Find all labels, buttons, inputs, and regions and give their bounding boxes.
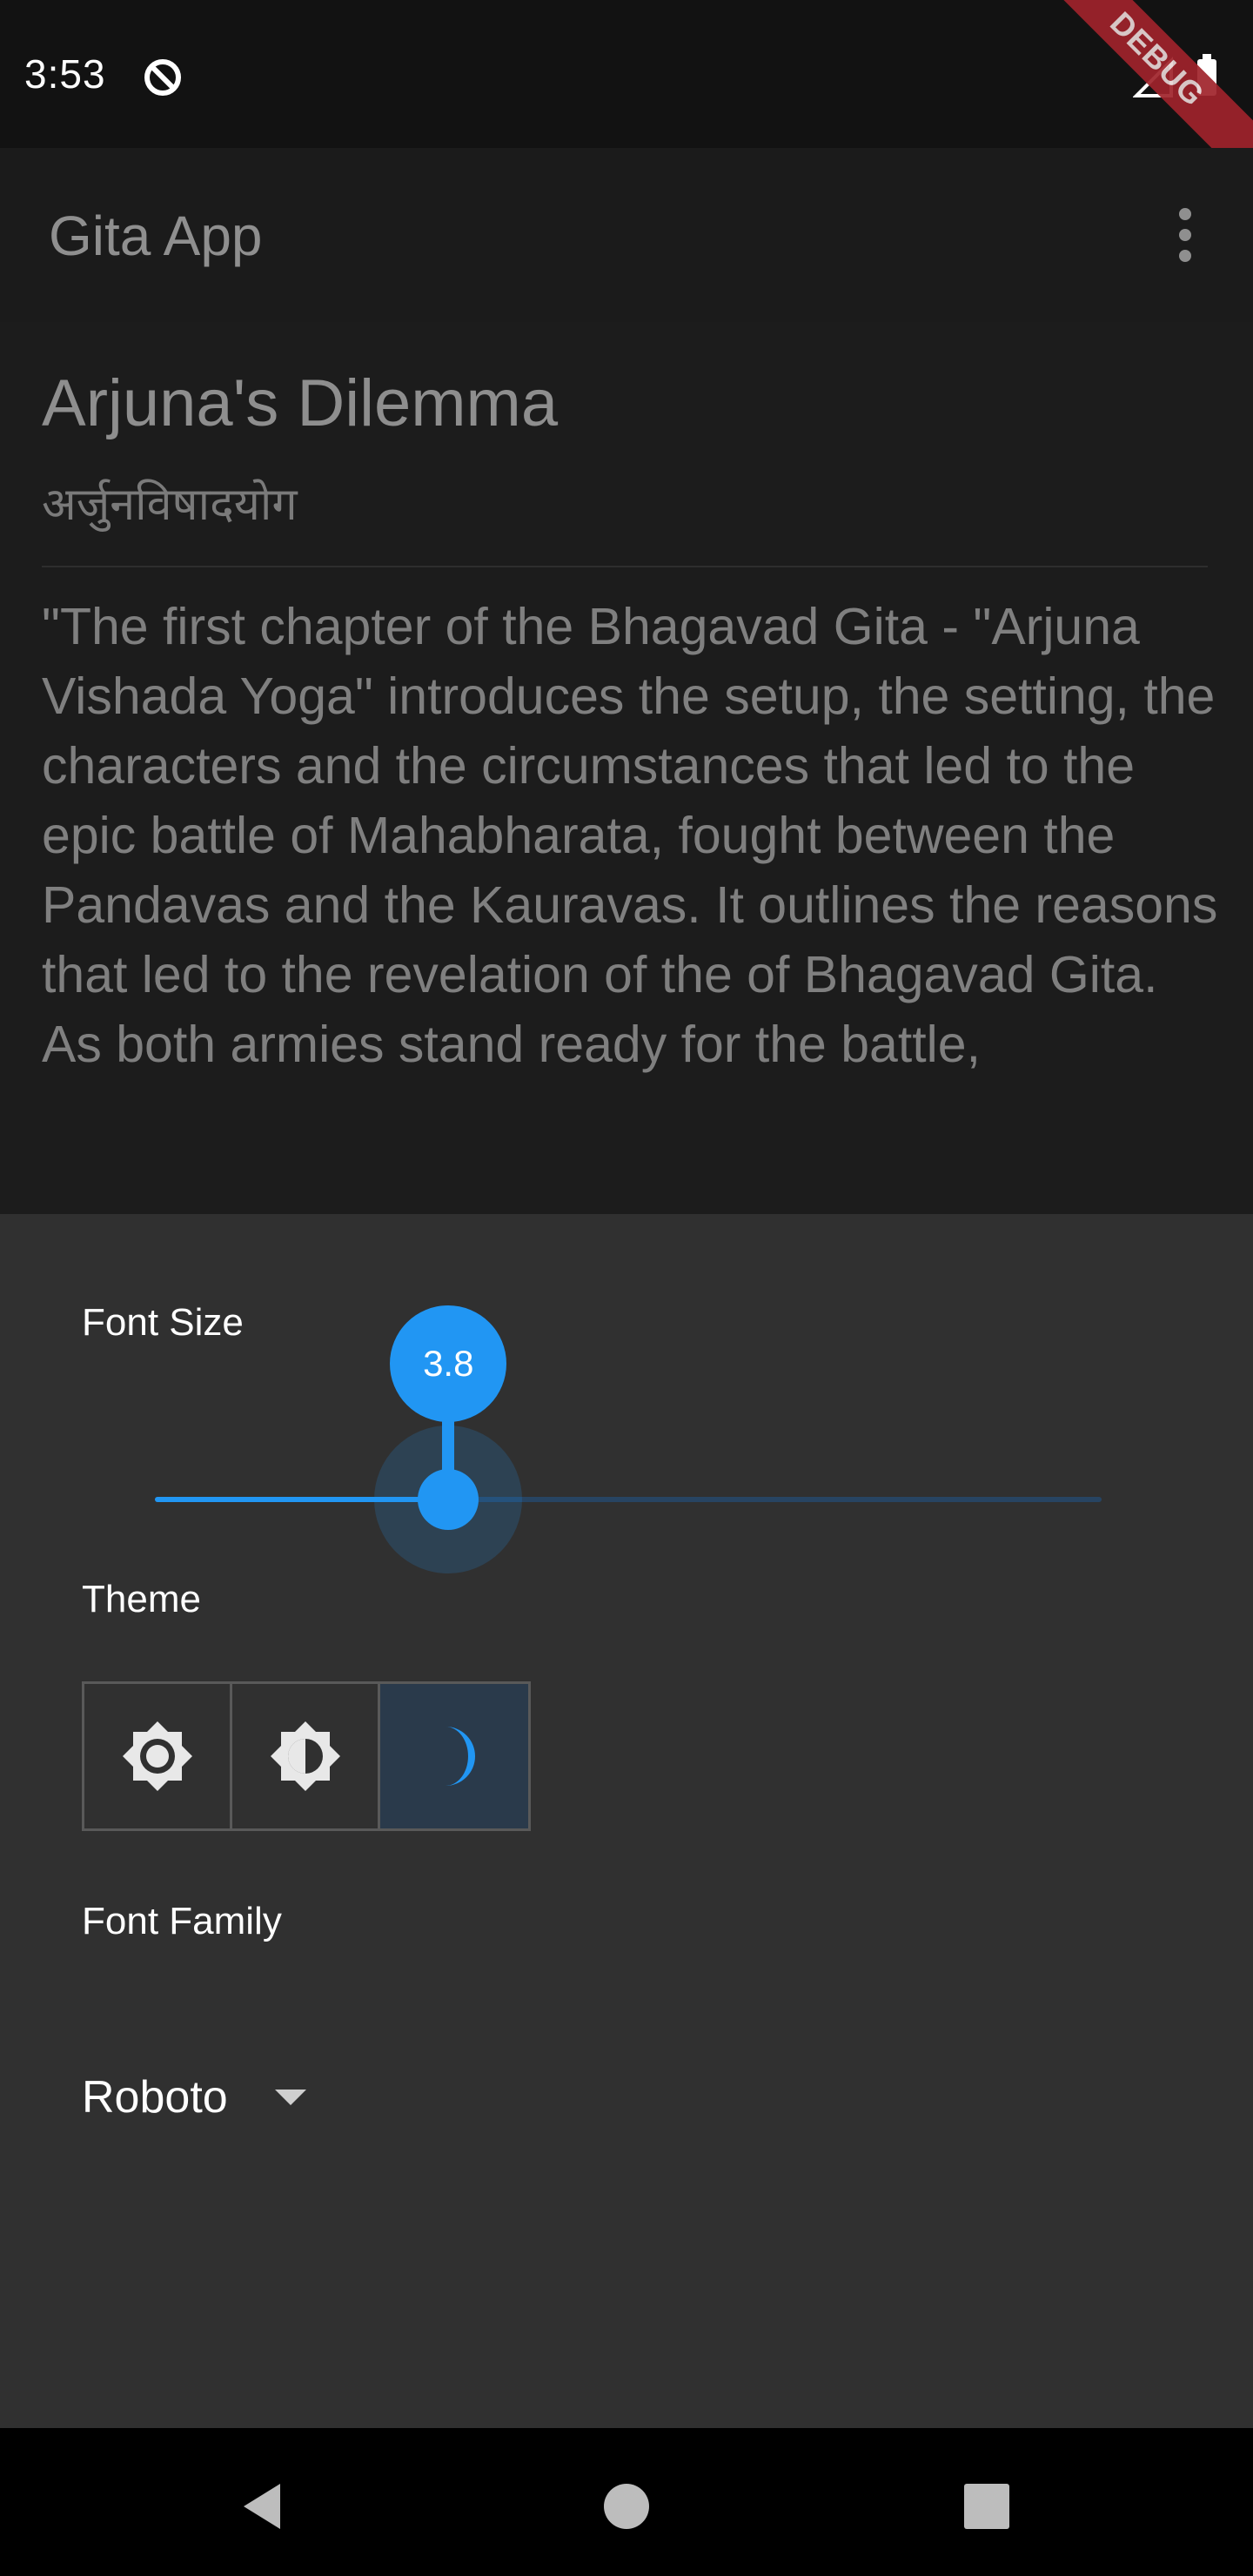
theme-toggle-group	[82, 1681, 531, 1831]
back-button[interactable]	[219, 2463, 306, 2550]
sync-icon	[144, 59, 181, 96]
app-bar: Gita App	[0, 148, 1253, 322]
back-icon	[244, 2484, 280, 2529]
theme-label: Theme	[82, 1578, 201, 1620]
home-button[interactable]	[583, 2463, 670, 2550]
chapter-subtitle: अर्जुनविषादयोग	[42, 480, 298, 530]
recents-icon	[964, 2484, 1009, 2529]
light-mode-icon	[122, 1721, 192, 1791]
font-size-slider[interactable]: 3.8	[155, 1305, 1102, 1573]
recents-button[interactable]	[943, 2463, 1030, 2550]
chapter-summary: "The first chapter of the Bhagavad Gita …	[42, 598, 1218, 1073]
dark-mode-icon	[446, 1727, 476, 1786]
status-bar: 3:53 DEBUG	[0, 0, 1253, 188]
slider-thumb[interactable]	[418, 1469, 479, 1530]
settings-bottom-sheet: Font Size 3.8 Theme Font Family Roboto	[0, 1214, 1253, 2428]
app-title: Gita App	[49, 205, 263, 267]
more-vert-icon	[1179, 208, 1191, 262]
arrow-drop-down-icon	[274, 2090, 306, 2105]
font-size-label: Font Size	[82, 1301, 244, 1344]
home-icon	[604, 2484, 649, 2529]
divider	[42, 566, 1208, 567]
system-nav-bar	[0, 2428, 1253, 2576]
theme-auto-button[interactable]	[232, 1684, 380, 1828]
theme-light-button[interactable]	[84, 1684, 232, 1828]
more-options-button[interactable]	[1142, 191, 1229, 278]
chapter-title: Arjuna's Dilemma	[42, 366, 559, 440]
font-family-dropdown[interactable]: Roboto	[82, 2058, 306, 2137]
slider-value-indicator: 3.8	[390, 1305, 507, 1422]
chapter-content: Arjuna's Dilemma अर्जुनविषादयोग "The fir…	[0, 322, 1253, 1214]
font-family-value: Roboto	[82, 2072, 228, 2123]
theme-dark-button[interactable]	[380, 1684, 528, 1828]
font-family-label: Font Family	[82, 1900, 282, 1942]
auto-brightness-icon	[270, 1721, 340, 1791]
status-time: 3:53	[24, 51, 106, 97]
